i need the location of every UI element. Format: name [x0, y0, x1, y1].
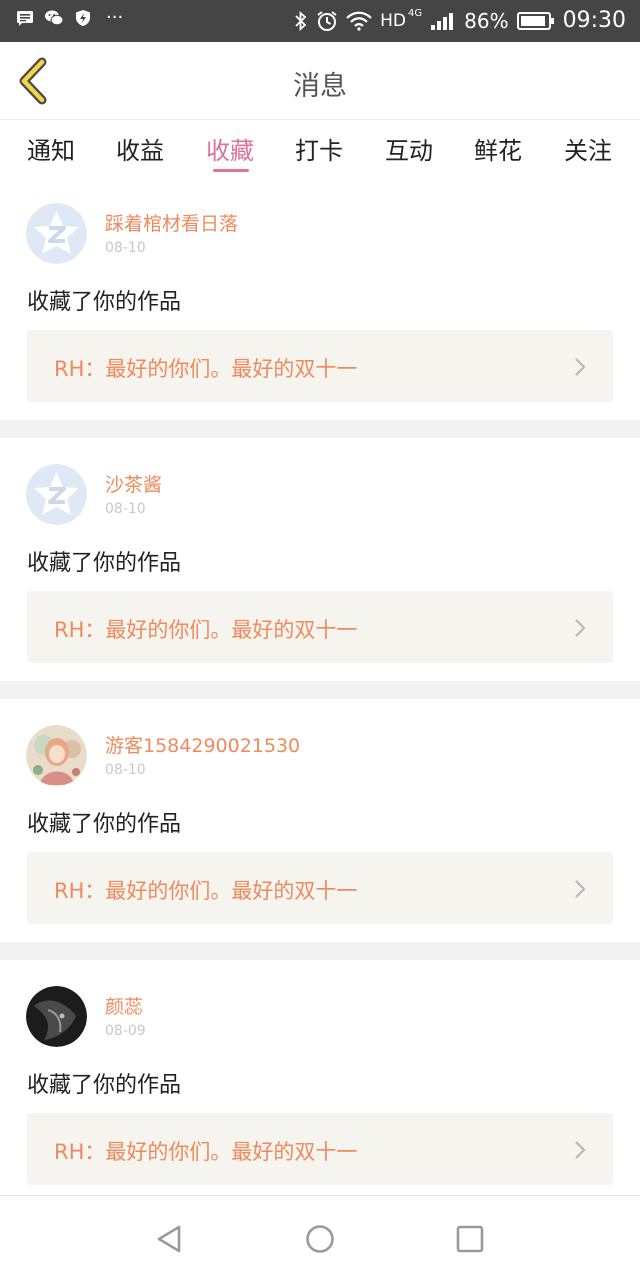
user-name[interactable]: 沙茶酱: [105, 470, 162, 497]
message-action-text: 收藏了你的作品: [27, 551, 182, 576]
divider: [0, 942, 640, 960]
wifi-icon: [346, 11, 372, 31]
avatar[interactable]: [26, 725, 87, 786]
tab-notifications[interactable]: 通知: [27, 131, 75, 166]
work-title: RH：最好的你们。最好的双十一: [54, 879, 358, 903]
page-title: 消息: [293, 71, 347, 102]
work-title: RH：最好的你们。最好的双十一: [54, 618, 358, 642]
network-type-label: HD: [380, 10, 407, 31]
battery-percent: 86%: [464, 8, 509, 33]
message-date: 08-10: [105, 501, 146, 517]
recents-square-icon[interactable]: [454, 1223, 486, 1255]
message-action-text: 收藏了你的作品: [27, 1073, 182, 1098]
more-notifications-icon: ···: [106, 7, 124, 28]
divider: [0, 681, 640, 699]
message-icon: [17, 11, 33, 26]
wechat-icon: [45, 10, 64, 26]
avatar[interactable]: [26, 986, 87, 1047]
user-name[interactable]: 游客1584290021530: [105, 731, 300, 758]
tab-checkin[interactable]: 打卡: [295, 131, 343, 166]
tab-flowers[interactable]: 鲜花: [474, 131, 522, 166]
avatar[interactable]: [26, 464, 87, 525]
avatar[interactable]: [26, 203, 87, 264]
work-title: RH：最好的你们。最好的双十一: [54, 357, 358, 381]
home-circle-icon[interactable]: [304, 1223, 336, 1255]
message-date: 08-09: [105, 1023, 146, 1039]
anime-girl-avatar: [26, 725, 87, 786]
alarm-clock-icon: [317, 10, 337, 31]
status-right: HD 4G 86% 09:30: [294, 8, 626, 33]
list-item: 沙茶酱 08-10 收藏了你的作品 RH：最好的你们。最好的双十一: [0, 438, 640, 681]
message-date: 08-10: [105, 762, 146, 778]
work-link[interactable]: RH：最好的你们。最好的双十一: [27, 330, 613, 402]
list-item: 踩着棺材看日落 08-10 收藏了你的作品 RH：最好的你们。最好的双十一: [0, 177, 640, 420]
network-gen-label: 4G: [408, 8, 423, 19]
battery-icon: [516, 11, 554, 30]
list-item: 游客1584290021530 08-10 收藏了你的作品 RH：最好的你们。最…: [0, 699, 640, 942]
message-list: 踩着棺材看日落 08-10 收藏了你的作品 RH：最好的你们。最好的双十一 沙茶…: [0, 177, 640, 1203]
bluetooth-icon: [295, 10, 307, 31]
page-header: 消息: [0, 42, 640, 120]
divider: [0, 420, 640, 438]
chevron-right-icon: [575, 880, 586, 898]
status-bar: ··· HD 4G 86% 09:30: [0, 0, 640, 42]
user-name[interactable]: 踩着棺材看日落: [105, 209, 238, 236]
shield-icon: [76, 10, 90, 26]
tab-interaction[interactable]: 互动: [385, 131, 433, 166]
default-avatar-icon: [26, 464, 87, 525]
tab-favorites[interactable]: 收藏: [206, 131, 254, 166]
tab-earnings[interactable]: 收益: [116, 131, 164, 166]
work-link[interactable]: RH：最好的你们。最好的双十一: [27, 591, 613, 663]
system-nav-bar: [0, 1195, 640, 1280]
dark-portrait-avatar: [26, 986, 87, 1047]
active-tab-indicator: [213, 169, 249, 172]
signal-icon: [431, 12, 454, 30]
message-date: 08-10: [105, 240, 146, 256]
message-action-text: 收藏了你的作品: [27, 812, 182, 837]
tab-following[interactable]: 关注: [564, 131, 612, 166]
chevron-right-icon: [575, 358, 586, 376]
clock-time: 09:30: [562, 8, 626, 33]
work-link[interactable]: RH：最好的你们。最好的双十一: [27, 1113, 613, 1185]
tab-bar: 通知 收益 收藏 打卡 互动 鲜花 关注: [0, 121, 640, 177]
notification-icons: ···: [16, 9, 123, 27]
chevron-right-icon: [575, 1141, 586, 1159]
default-avatar-icon: [26, 203, 87, 264]
user-name[interactable]: 颜蕊: [105, 992, 143, 1019]
list-item: 颜蕊 08-09 收藏了你的作品 RH：最好的你们。最好的双十一: [0, 960, 640, 1203]
back-triangle-icon[interactable]: [154, 1223, 186, 1255]
work-title: RH：最好的你们。最好的双十一: [54, 1140, 358, 1164]
chevron-right-icon: [575, 619, 586, 637]
work-link[interactable]: RH：最好的你们。最好的双十一: [27, 852, 613, 924]
message-action-text: 收藏了你的作品: [27, 290, 182, 315]
